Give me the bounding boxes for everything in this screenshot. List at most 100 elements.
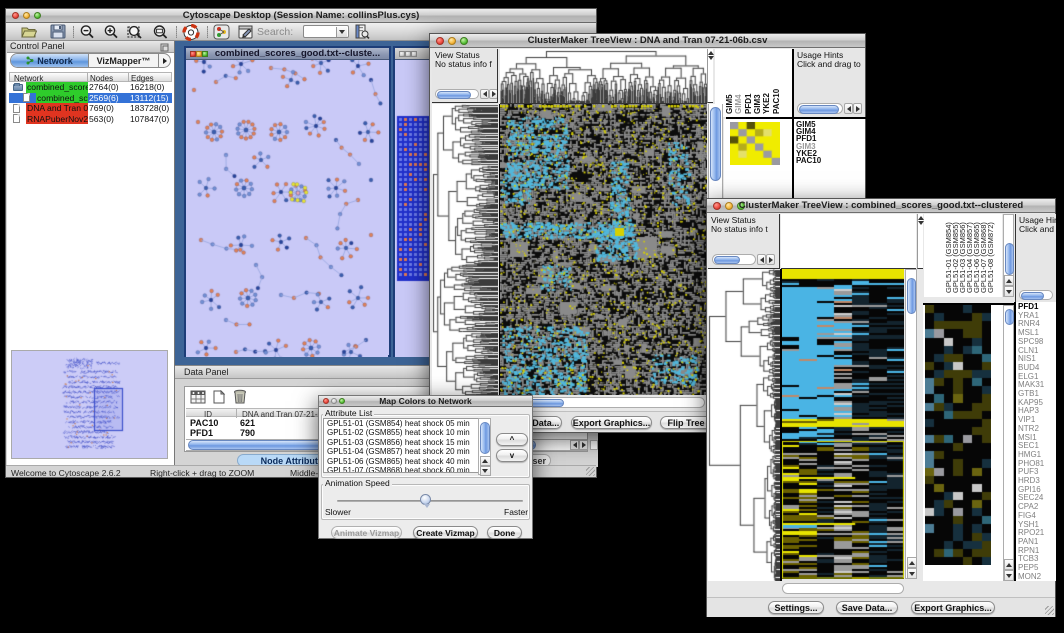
edges-count: 183728(0)	[130, 103, 169, 114]
tv2-col-vscrollbar[interactable]	[1003, 214, 1014, 297]
tv2-row-dendrogram[interactable]	[708, 269, 780, 581]
tv1-vscroll-thumb[interactable]	[710, 107, 721, 181]
scroll-right-button[interactable]	[766, 254, 775, 265]
resize-grip[interactable]	[1045, 606, 1054, 615]
network-row-combined_scores_[interactable]: combined_scores_2764(0)16218(0)	[9, 82, 172, 93]
scroll-left-button[interactable]	[844, 103, 853, 114]
scroll-up-button[interactable]	[1004, 275, 1014, 286]
attribute-item-1[interactable]: GPL51-01 (GSM854) heat shock 05 min	[324, 419, 478, 428]
scroll-right-button[interactable]	[489, 89, 498, 99]
trash-icon[interactable]	[232, 389, 248, 409]
scroll-thumb[interactable]	[1005, 243, 1014, 275]
attribute-item-5[interactable]: GPL51-06 (GSM865) heat shock 40 min	[324, 457, 478, 466]
tv1-row-dendrogram[interactable]	[432, 104, 498, 395]
scroll-left-button[interactable]	[480, 89, 489, 99]
scroll-left-button[interactable]	[570, 440, 579, 450]
tv1-correlation-matrix[interactable]	[730, 122, 780, 165]
scroll-thumb[interactable]	[714, 256, 740, 264]
scroll-left-button[interactable]	[757, 254, 766, 265]
tv1-column-dendrogram[interactable]	[500, 49, 707, 104]
zoom-button[interactable]	[411, 51, 417, 57]
scroll-right-button[interactable]	[579, 440, 588, 450]
tv2-vscroll-thumb[interactable]	[907, 278, 916, 314]
window-network-view: combined_scores_good.txt--cluste...	[184, 46, 391, 357]
network-overview-panel[interactable]	[11, 350, 168, 459]
new-document-icon[interactable]	[212, 390, 226, 409]
scroll-down-button[interactable]	[480, 466, 491, 476]
attribute-item-6[interactable]: GPL51-07 (GSM868) heat shock 60 min	[324, 466, 478, 473]
scroll-up-button[interactable]	[480, 456, 491, 466]
scroll-down-button[interactable]	[1004, 570, 1014, 581]
attribute-item-3[interactable]: GPL51-03 (GSM856) heat shock 15 min	[324, 438, 478, 447]
gene-label-TCB3: TCB3	[1018, 555, 1044, 564]
dialog-titlebar[interactable]: Map Colors to Network	[319, 396, 532, 407]
tv2-usage-hints-panel: Usage Hints Click and drag	[1015, 214, 1056, 302]
scroll-thumb[interactable]	[1021, 292, 1044, 300]
export-graphics-button[interactable]: Export Graphics...	[571, 416, 652, 429]
scroll-thumb[interactable]	[1005, 309, 1014, 325]
tv2-vscrollbar[interactable]	[905, 269, 917, 579]
network-row-RNAPuberNov2+[interactable]: RNAPuberNov2+563(0)107847(0)	[9, 114, 172, 125]
tv1-titlebar[interactable]: ClusterMaker TreeView : DNA and Tran 07-…	[430, 34, 865, 48]
tab-vizmapper[interactable]: VizMapper™	[89, 54, 158, 67]
gene-label-VIP1: VIP1	[1018, 416, 1044, 425]
tv2-hints-scrollbar[interactable]	[1019, 290, 1053, 300]
create-vizmap-button[interactable]: Create Vizmap	[413, 526, 478, 539]
tv2-hscrollbar[interactable]	[782, 583, 904, 594]
network-row-combined_sco[interactable]: combined_sco2569(6)13112(15)	[9, 93, 172, 104]
tv1-heatmap[interactable]	[500, 104, 707, 395]
scroll-right-button[interactable]	[853, 103, 862, 114]
nodes-count: 2764(0)	[89, 82, 119, 93]
move-down-button[interactable]: v	[496, 449, 528, 462]
tv2-mini-scrollbar[interactable]	[917, 214, 923, 269]
animation-slider-knob[interactable]	[420, 494, 431, 505]
attribute-list[interactable]: GPL51-01 (GSM854) heat shock 05 minGPL51…	[323, 418, 479, 473]
tab-overflow-arrow[interactable]	[158, 54, 170, 67]
scroll-thumb[interactable]	[437, 91, 471, 99]
tv1-hints-scrollbar[interactable]	[797, 103, 843, 114]
main-titlebar[interactable]: Cytoscape Desktop (Session Name: collins…	[6, 9, 596, 23]
tv2-column-labels-panel: GPL51-01 (GSM854)GPL51-02 (GSM855)GPL51-…	[924, 214, 1002, 297]
scroll-down-button[interactable]	[907, 568, 917, 579]
attr-scroll-thumb[interactable]	[480, 422, 490, 454]
nodes-count: 769(0)	[89, 103, 114, 114]
save-data-button[interactable]: Save Data...	[836, 601, 898, 614]
float-panel-icon[interactable]	[160, 43, 169, 52]
export-graphics-button[interactable]: Export Graphics...	[911, 601, 995, 614]
tv1-row-label-GIM3: GIM3	[796, 143, 821, 150]
resize-grip[interactable]	[586, 467, 595, 476]
tab-network[interactable]: Network	[11, 54, 89, 67]
attribute-item-2[interactable]: GPL51-02 (GSM855) heat shock 10 min	[324, 428, 478, 437]
network-table-header[interactable]: Network Nodes Edges	[9, 72, 172, 82]
edges-count: 13112(15)	[130, 93, 169, 104]
scroll-up-button[interactable]	[907, 557, 917, 568]
attribute-item-4[interactable]: GPL51-04 (GSM857) heat shock 20 min	[324, 447, 478, 456]
edges-count: 107847(0)	[130, 114, 169, 125]
network-view-titlebar[interactable]: combined_scores_good.txt--cluste...	[186, 48, 389, 60]
gene-label-PUF3: PUF3	[1018, 468, 1044, 477]
animate-vizmap-button[interactable]: Animate Vizmap	[331, 526, 402, 539]
done-button[interactable]: Done	[487, 526, 522, 539]
network-name: combined_scores_	[26, 82, 88, 93]
search-dropdown-arrow[interactable]	[336, 27, 347, 37]
table-grid-icon[interactable]	[190, 390, 206, 409]
network-graph-canvas[interactable]	[186, 60, 388, 357]
search-input[interactable]	[303, 25, 349, 38]
tv2-zoom-vscrollbar[interactable]	[1003, 305, 1014, 581]
gene-label-MON2: MON2	[1018, 573, 1044, 582]
settings-button[interactable]: Settings...	[768, 601, 824, 614]
tv2-heatmap[interactable]	[782, 269, 904, 579]
tv1-mini-scrollbar[interactable]	[707, 49, 713, 103]
tv2-status-scrollbar[interactable]	[712, 254, 756, 265]
scroll-thumb[interactable]	[799, 105, 839, 114]
move-up-button[interactable]: ^	[496, 433, 528, 446]
tab-network-label: Network	[37, 56, 73, 66]
tv2-zoom-heatmap[interactable]	[925, 305, 991, 565]
network-row-DNA and Tran 07[interactable]: DNA and Tran 07769(0)183728(0)	[9, 103, 172, 114]
dialog-map-colors: Map Colors to Network Attribute List GPL…	[318, 395, 533, 539]
scroll-up-button[interactable]	[1004, 559, 1014, 570]
attribute-list-scrollbar[interactable]	[478, 418, 491, 475]
tv2-titlebar[interactable]: ClusterMaker TreeView : combined_scores_…	[707, 199, 1055, 213]
tv1-status-scrollbar[interactable]	[435, 89, 479, 99]
scroll-down-button[interactable]	[1004, 286, 1014, 297]
